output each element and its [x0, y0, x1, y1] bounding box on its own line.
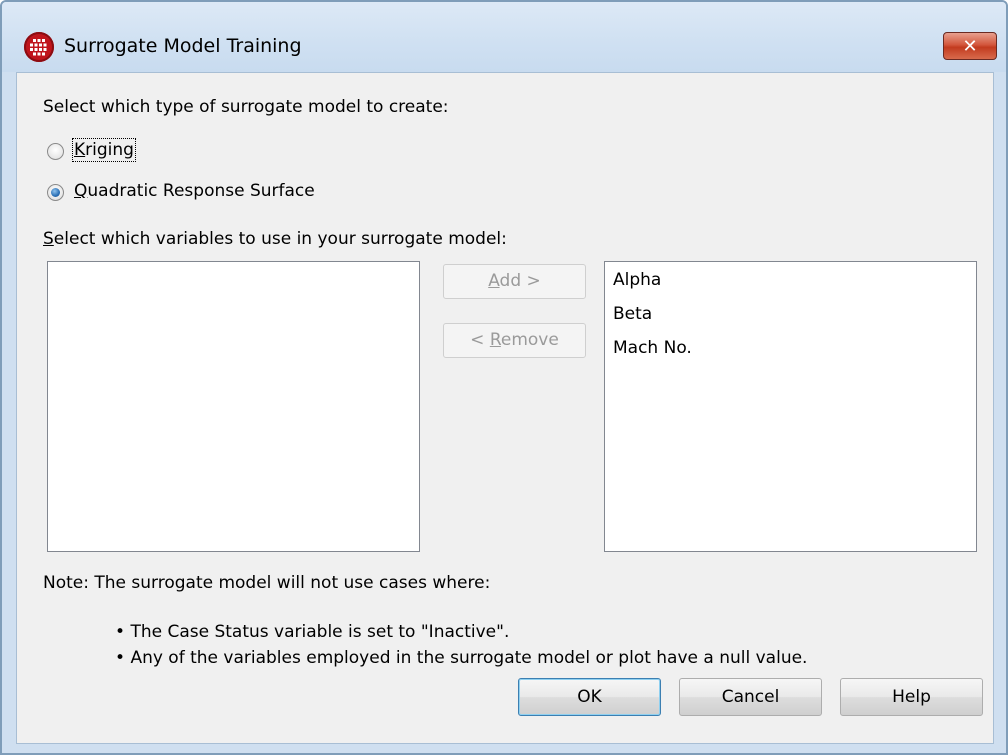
note-bullet: • Any of the variables employed in the s…: [115, 648, 808, 668]
radio-quadratic-label[interactable]: Quadratic Response Surface: [74, 181, 315, 201]
help-button[interactable]: Help: [840, 678, 983, 716]
model-type-prompt: Select which type of surrogate model to …: [43, 97, 449, 117]
dialog-window: Surrogate Model Training ✕ Select which …: [0, 0, 1008, 755]
title-bar[interactable]: Surrogate Model Training ✕: [2, 2, 1006, 72]
window-title: Surrogate Model Training: [64, 35, 302, 57]
radio-quadratic-circle[interactable]: [47, 184, 64, 201]
radio-kriging-label[interactable]: Kriging: [72, 138, 136, 162]
radio-kriging-circle[interactable]: [47, 143, 64, 160]
variables-prompt: Select which variables to use in your su…: [43, 229, 507, 249]
list-item[interactable]: Alpha: [613, 270, 661, 290]
note-bullet: • The Case Status variable is set to "In…: [115, 622, 510, 642]
list-item[interactable]: Beta: [613, 304, 652, 324]
add-button[interactable]: Add >: [443, 264, 586, 299]
available-variables-list[interactable]: [47, 261, 420, 552]
close-icon: ✕: [962, 36, 978, 57]
app-logo-icon: [24, 32, 54, 62]
ok-button[interactable]: OK: [518, 678, 661, 716]
cancel-button[interactable]: Cancel: [679, 678, 822, 716]
list-item[interactable]: Mach No.: [613, 338, 692, 358]
close-button[interactable]: ✕: [943, 32, 997, 60]
note-heading: Note: The surrogate model will not use c…: [43, 573, 491, 593]
remove-button[interactable]: < Remove: [443, 323, 586, 358]
dialog-body: Select which type of surrogate model to …: [16, 72, 994, 744]
selected-variables-list[interactable]: Alpha Beta Mach No.: [604, 261, 977, 552]
